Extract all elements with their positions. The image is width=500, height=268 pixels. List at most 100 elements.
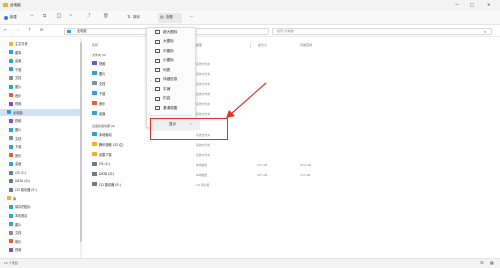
sidebar-item[interactable]: › 视频 (0, 100, 80, 107)
sidebar-item[interactable]: › 视频 (0, 117, 80, 124)
folder-icon (92, 71, 97, 75)
sidebar-item[interactable]: › 图片 (0, 221, 80, 228)
maximize-button[interactable]: □ (470, 3, 474, 7)
sidebar-item[interactable]: › 库 (0, 195, 80, 202)
view-menu-item-label: 小图标 (163, 58, 174, 62)
column-header-name[interactable]: 名称 (92, 44, 98, 47)
sidebar-item[interactable]: › 此电脑 (0, 108, 80, 116)
view-menu-item[interactable]: 列表 (146, 66, 196, 74)
device-type: CD 驱动器 (196, 182, 210, 187)
sidebar-item[interactable]: › 主文件夹 (0, 40, 80, 47)
folder-name: 下载 (99, 91, 106, 96)
back-icon[interactable]: ← (4, 28, 7, 32)
sidebar-item-label: 图片 (15, 222, 22, 227)
sidebar-item[interactable]: › 桌面 (0, 57, 80, 64)
gallery-icon (9, 50, 13, 55)
sort-icon: ⇅ (127, 14, 131, 19)
minimize-button[interactable]: — (455, 3, 459, 7)
cut-icon[interactable]: ✂ (30, 14, 34, 20)
music-icon (9, 239, 13, 244)
column-divider[interactable] (250, 42, 251, 48)
view-menu-item[interactable]: 大图标 (146, 38, 196, 46)
sidebar-item[interactable]: › 图片 (0, 126, 80, 133)
videos-icon (9, 247, 13, 252)
share-icon[interactable]: ⤴ (86, 14, 91, 20)
view-menu-item[interactable]: • 详细信息 (146, 76, 196, 84)
this-pc-icon (67, 30, 71, 33)
drive-icon (92, 142, 97, 146)
view-button[interactable]: 查看 (166, 15, 173, 19)
sidebar-item[interactable]: › 文档 (0, 74, 80, 81)
view-menu-item[interactable]: 平铺 (146, 85, 196, 93)
sidebar-scrollbar-thumb[interactable] (80, 42, 82, 242)
device-name: 迅雷下载 (99, 152, 112, 157)
forward-icon[interactable]: → (16, 28, 19, 32)
title-bar: 此电脑 — □ ✕ (0, 0, 500, 11)
view-menu-item[interactable]: 小图标 (146, 57, 196, 65)
view-menu-item[interactable]: 紧凑视图 (146, 104, 196, 112)
tiles-icon (155, 87, 160, 91)
videos-icon (9, 101, 13, 106)
search-input[interactable]: 搜索"此电脑" ⌕ (272, 28, 492, 35)
sidebar-item[interactable]: › 音乐 (0, 152, 80, 159)
refresh-icon[interactable]: ⟳ (40, 28, 43, 32)
sidebar-item[interactable]: › CD 驱动器 (E:) (0, 186, 80, 193)
more-button[interactable]: ··· (190, 15, 194, 19)
sidebar-item[interactable]: › 图库 (0, 49, 80, 56)
column-header-total[interactable]: 总大小 (258, 44, 267, 47)
folder-type: 系统文件夹 (196, 81, 210, 86)
item-count: 12 个项目 (4, 261, 18, 265)
column-header-free[interactable]: 可用空间 (300, 44, 312, 47)
copy-icon[interactable]: ⧉ (43, 14, 46, 20)
breadcrumb-this-pc[interactable]: 此电脑 (77, 29, 87, 33)
sidebar-item-label: 视频 (15, 119, 22, 124)
view-menu-item[interactable]: 中图标 (146, 47, 196, 55)
sidebar-item-label: 保存的图片 (15, 205, 31, 210)
sidebar-item[interactable]: › 文档 (0, 135, 80, 142)
column-header-type[interactable]: 类型 (196, 44, 202, 47)
sidebar-item-label: 视频 (15, 102, 22, 107)
sidebar-item[interactable]: › 音乐 (0, 238, 80, 245)
delete-icon[interactable]: 🗑 (103, 14, 109, 20)
sidebar-item[interactable]: › 保存的图片 (0, 203, 80, 210)
details-view-icon[interactable]: ☰ (480, 261, 484, 265)
sidebar-item[interactable]: › 下载 (0, 143, 80, 150)
view-menu-item[interactable]: 超大图标 (146, 28, 196, 36)
close-button[interactable]: ✕ (487, 3, 490, 7)
group-header-devices[interactable]: 设备和驱动器 (6) (92, 125, 115, 128)
folder-name: 视频 (99, 61, 106, 66)
sidebar-item-label: DATA (D:) (15, 179, 31, 184)
desktop-icon (9, 161, 13, 166)
paste-icon[interactable]: 📋 (56, 14, 62, 20)
view-menu-item[interactable]: 内容 (146, 95, 196, 103)
sidebar-item[interactable]: › OS (C:) (0, 169, 80, 176)
group-header-folders[interactable]: 文件夹 (6) (92, 54, 106, 57)
sidebar-item-label: OS (C:) (15, 170, 27, 175)
tiles-view-icon[interactable]: ▦ (490, 261, 494, 265)
sidebar-item[interactable]: › 视频 (0, 246, 80, 253)
rename-icon[interactable]: ✎ (69, 14, 73, 20)
folder-icon (92, 91, 97, 95)
sidebar-item[interactable]: › 音乐 (0, 92, 80, 99)
folder-icon (92, 81, 97, 85)
sidebar-item[interactable]: › 下载 (0, 66, 80, 73)
sidebar-item[interactable]: › 图片 (0, 83, 80, 90)
small-icons-icon (155, 58, 160, 63)
sidebar-item-label: 文档 (15, 76, 22, 81)
device-name: DATA (D:) (99, 172, 115, 176)
music-icon (9, 93, 13, 98)
sidebar-item[interactable]: › 文档 (0, 229, 80, 236)
pictures-icon (9, 222, 13, 227)
sidebar-item-label: 音乐 (15, 153, 22, 158)
breadcrumb-chevron-icon: › (73, 29, 75, 33)
sidebar-item[interactable]: › 桌面 (0, 160, 80, 167)
status-bar: 12 个项目 ☰ ▦ (0, 258, 500, 268)
new-button[interactable]: 新建 (10, 15, 17, 19)
sort-button[interactable]: 排序 (133, 15, 140, 19)
videos-icon (9, 118, 13, 123)
up-icon[interactable]: ↑ (28, 28, 31, 32)
drive-icon (92, 182, 97, 186)
sidebar-item[interactable]: › 本机照片 (0, 212, 80, 219)
sidebar-item[interactable]: › DATA (D:) (0, 178, 80, 185)
list-icon (155, 68, 160, 72)
